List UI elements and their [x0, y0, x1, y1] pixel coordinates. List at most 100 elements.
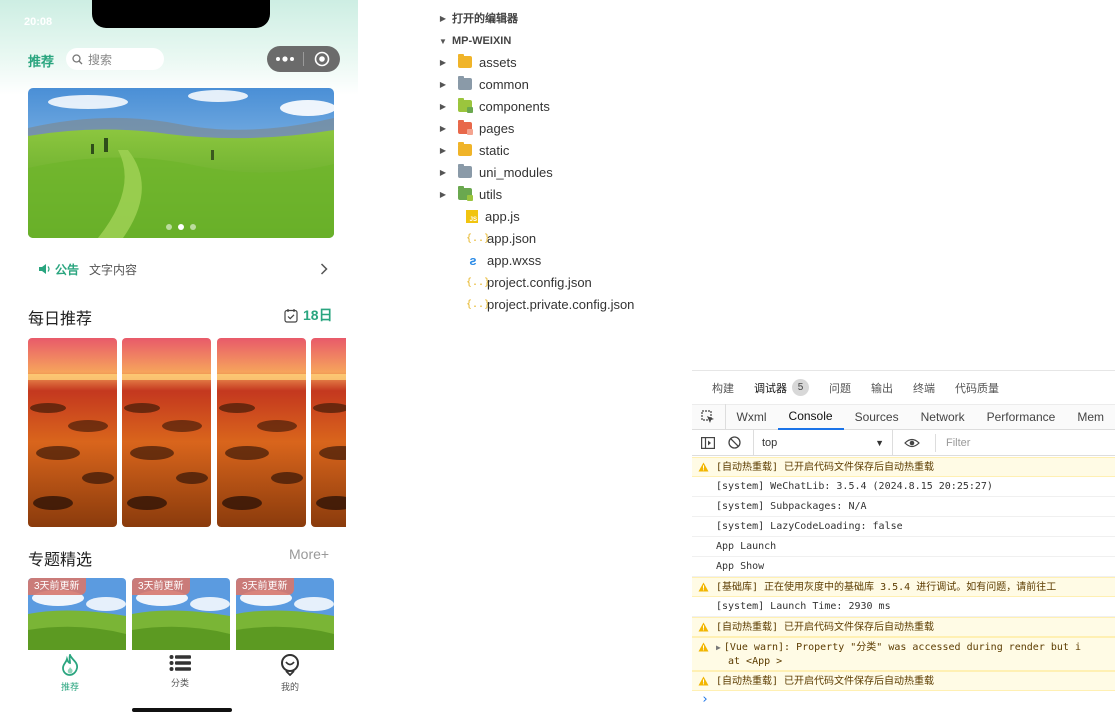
- more-menu-button[interactable]: [267, 46, 303, 72]
- filter-input[interactable]: Filter: [935, 433, 970, 452]
- console-log: [system] LazyCodeLoading: false: [692, 517, 1115, 537]
- folder-uni-modules[interactable]: ▶ uni_modules: [438, 162, 553, 182]
- folder-static[interactable]: ▶ static: [438, 140, 509, 160]
- banner-image: [28, 88, 334, 238]
- tab-debugger-label: 调试器: [754, 382, 787, 395]
- banner-carousel[interactable]: [28, 88, 334, 238]
- tab-sources[interactable]: Sources: [844, 404, 910, 430]
- clear-console-button[interactable]: [721, 436, 747, 449]
- speaker-icon: [39, 264, 50, 274]
- tab-network[interactable]: Network: [910, 404, 976, 430]
- flame-icon: [62, 654, 78, 676]
- console-warning: [自动热重载] 已开启代码文件保存后自动热重载: [692, 671, 1115, 691]
- file-project-private-config-json[interactable]: {..} project.private.config.json: [466, 294, 634, 314]
- console-warning[interactable]: ▶ [Vue warn]: Property "分类" was accessed …: [692, 637, 1115, 671]
- topic-card[interactable]: 3天前更新: [28, 578, 126, 650]
- folder-name: assets: [479, 54, 517, 70]
- tab-memory[interactable]: Mem: [1066, 404, 1115, 430]
- topic-card[interactable]: 3天前更新: [236, 578, 334, 650]
- tab-output[interactable]: 输出: [871, 380, 893, 396]
- tab-label: 推荐: [60, 682, 79, 692]
- tab-debugger[interactable]: 调试器 5: [754, 379, 809, 396]
- tab-problems[interactable]: 问题: [829, 380, 851, 396]
- expand-arrow-icon[interactable]: ▶: [716, 643, 721, 652]
- tab-mine[interactable]: 我的: [255, 654, 325, 696]
- recommend-image[interactable]: [217, 338, 306, 527]
- carousel-dot[interactable]: [166, 224, 172, 230]
- tab-terminal[interactable]: 终端: [913, 380, 935, 396]
- log-text: App Show: [716, 561, 765, 572]
- recommend-image[interactable]: [28, 338, 117, 527]
- folder-utils[interactable]: ▶ utils: [438, 184, 502, 204]
- sunset-image: [311, 338, 346, 527]
- carousel-dot-active[interactable]: [178, 224, 184, 230]
- more-dots-icon: [276, 56, 294, 62]
- topic-more-link[interactable]: More+: [289, 546, 329, 562]
- json-file-icon: {..}: [466, 276, 491, 288]
- prompt-caret-icon: ›: [701, 692, 709, 707]
- mini-program-capsule: [267, 46, 340, 72]
- log-text: [基础库] 正在使用灰度中的基础库 3.5.4 进行调试。如有问题，请前往工: [716, 582, 1057, 593]
- tab-recommend[interactable]: 推荐: [35, 654, 105, 696]
- log-text: [system] LazyCodeLoading: false: [716, 521, 903, 532]
- daily-date[interactable]: 18日: [284, 305, 333, 325]
- profile-icon: [281, 654, 299, 676]
- inspect-element-button[interactable]: [692, 404, 726, 430]
- log-text: [system] WeChatLib: 3.5.4 (2024.8.15 20:…: [716, 481, 993, 492]
- close-mini-program-button[interactable]: [304, 46, 340, 72]
- file-name: app.json: [487, 230, 537, 246]
- file-app-json[interactable]: {..} app.json: [466, 228, 536, 248]
- list-icon: [169, 655, 191, 671]
- live-expression-button[interactable]: [899, 438, 925, 448]
- chevron-right-icon: ▶: [439, 145, 447, 155]
- tab-category[interactable]: 分类: [145, 654, 215, 696]
- status-time: 20:08: [24, 16, 53, 28]
- tab-code-quality[interactable]: 代码质量: [955, 380, 999, 396]
- console-toolbar: top ▼ Filter: [692, 429, 1115, 456]
- folder-components[interactable]: ▶ components: [438, 96, 550, 116]
- chevron-right-icon: ▶: [439, 13, 447, 23]
- context-select[interactable]: top ▼: [753, 429, 893, 456]
- folder-common[interactable]: ▶ common: [438, 74, 529, 94]
- recommend-image[interactable]: [122, 338, 211, 527]
- search-input[interactable]: 搜索: [66, 48, 164, 70]
- folder-name: uni_modules: [479, 164, 553, 180]
- tab-build[interactable]: 构建: [712, 380, 734, 396]
- notice-bar[interactable]: 公告 文字内容: [38, 259, 328, 279]
- tab-performance[interactable]: Performance: [976, 404, 1067, 430]
- sunset-image: [217, 338, 306, 527]
- topic-update-tag: 3天前更新: [132, 578, 190, 595]
- file-app-wxss[interactable]: ƨ app.wxss: [466, 250, 541, 270]
- debugger-top-tabs: 构建 调试器 5 问题 输出 终端 代码质量: [692, 371, 1115, 404]
- console-warning: [基础库] 正在使用灰度中的基础库 3.5.4 进行调试。如有问题，请前往工: [692, 577, 1115, 597]
- folder-assets[interactable]: ▶ assets: [438, 52, 517, 72]
- daily-recommend-title: 每日推荐: [28, 311, 93, 328]
- file-project-config-json[interactable]: {..} project.config.json: [466, 272, 592, 292]
- recommend-image[interactable]: [311, 338, 346, 527]
- toggle-sidebar-button[interactable]: [695, 436, 721, 449]
- log-text: App Launch: [716, 541, 777, 552]
- folder-icon: [458, 142, 472, 156]
- folder-icon: [458, 120, 473, 135]
- search-icon: [72, 53, 83, 64]
- topic-list: 3天前更新 3天前更新 3天前更新: [28, 578, 338, 650]
- topic-card[interactable]: 3天前更新: [132, 578, 230, 650]
- topic-update-tag: 3天前更新: [236, 578, 294, 595]
- file-explorer: ▶ 打开的编辑器 ▼ MP-WEIXIN ▶ assets ▶ common ▶ comp…: [430, 0, 730, 330]
- tab-console[interactable]: Console: [777, 404, 844, 430]
- console-warning: [自动热重载] 已开启代码文件保存后自动热重载: [692, 617, 1115, 637]
- file-app-js[interactable]: JS app.js: [466, 206, 520, 226]
- carousel-dot[interactable]: [190, 224, 196, 230]
- folder-pages[interactable]: ▶ pages: [438, 118, 514, 138]
- console-prompt[interactable]: ›: [692, 691, 1115, 709]
- file-name: project.private.config.json: [487, 296, 635, 312]
- folder-icon: [458, 164, 472, 178]
- open-editors-section[interactable]: ▶ 打开的编辑器: [438, 8, 518, 28]
- nav-tab-recommend[interactable]: 推荐: [28, 51, 54, 70]
- tab-wxml[interactable]: Wxml: [726, 404, 778, 430]
- css-file-icon: ƨ: [469, 252, 477, 268]
- phone-simulator: 20:08 推荐 搜索 公告 文字内容 每日推荐 18日 专题精选 More+ …: [0, 0, 358, 720]
- console-log: App Show: [692, 557, 1115, 577]
- folder-name: static: [479, 142, 510, 158]
- project-root[interactable]: ▼ MP-WEIXIN: [438, 31, 511, 51]
